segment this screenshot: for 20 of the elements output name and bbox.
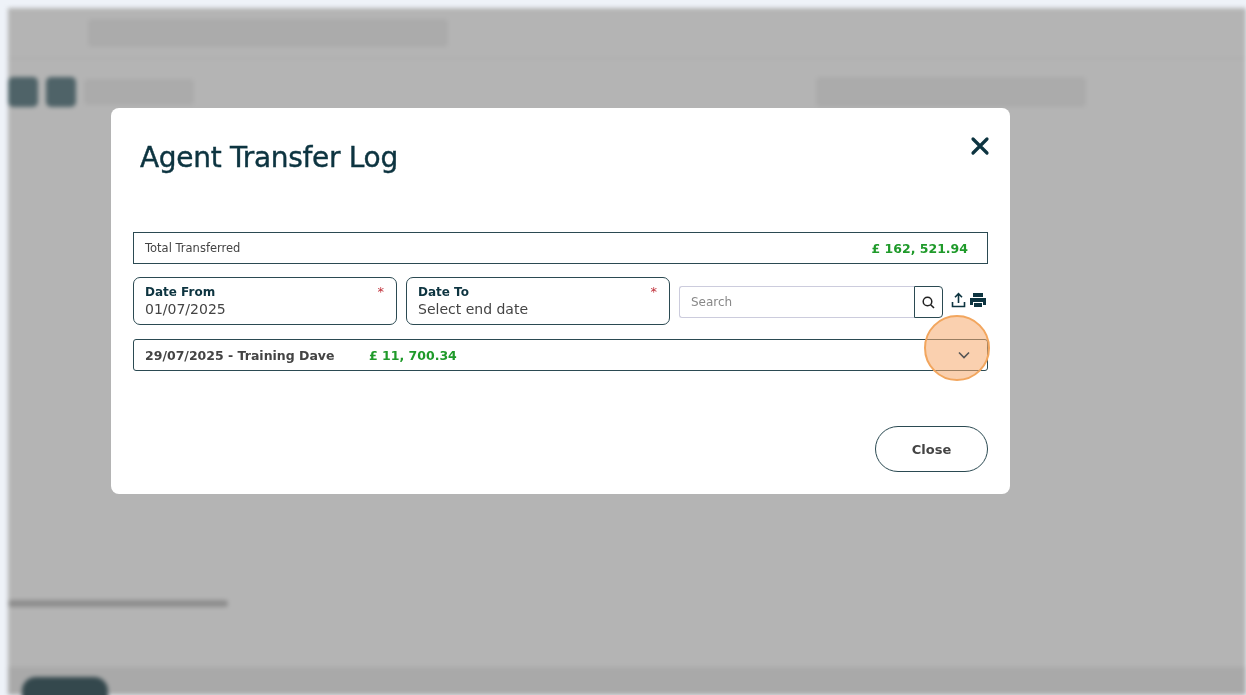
field-value: 01/07/2025 (145, 301, 226, 317)
close-button[interactable]: Close (875, 426, 988, 472)
required-mark: * (377, 284, 384, 299)
upload-icon[interactable] (951, 292, 966, 308)
close-icon[interactable] (970, 136, 990, 156)
chevron-down-icon[interactable] (958, 351, 970, 359)
transfer-amount: £ 11, 700.34 (369, 347, 457, 363)
total-value: £ 162, 521.94 (871, 240, 968, 256)
search-field[interactable]: Search (679, 286, 914, 318)
total-label: Total Transferred (145, 241, 241, 255)
date-field[interactable]: Date To Select end date * (406, 277, 670, 325)
field-label: Date From (145, 285, 216, 299)
dialog-title: Agent Transfer Log (140, 141, 398, 174)
field-placeholder: Select end date (418, 301, 529, 317)
field-label: Date To (418, 285, 469, 299)
date-field[interactable]: Date From 01/07/2025 * (133, 277, 397, 325)
required-mark: * (650, 284, 657, 299)
search-icon[interactable] (914, 286, 943, 318)
print-icon[interactable] (969, 292, 987, 308)
transfer-label: 29/07/2025 - Training Dave (145, 347, 336, 363)
